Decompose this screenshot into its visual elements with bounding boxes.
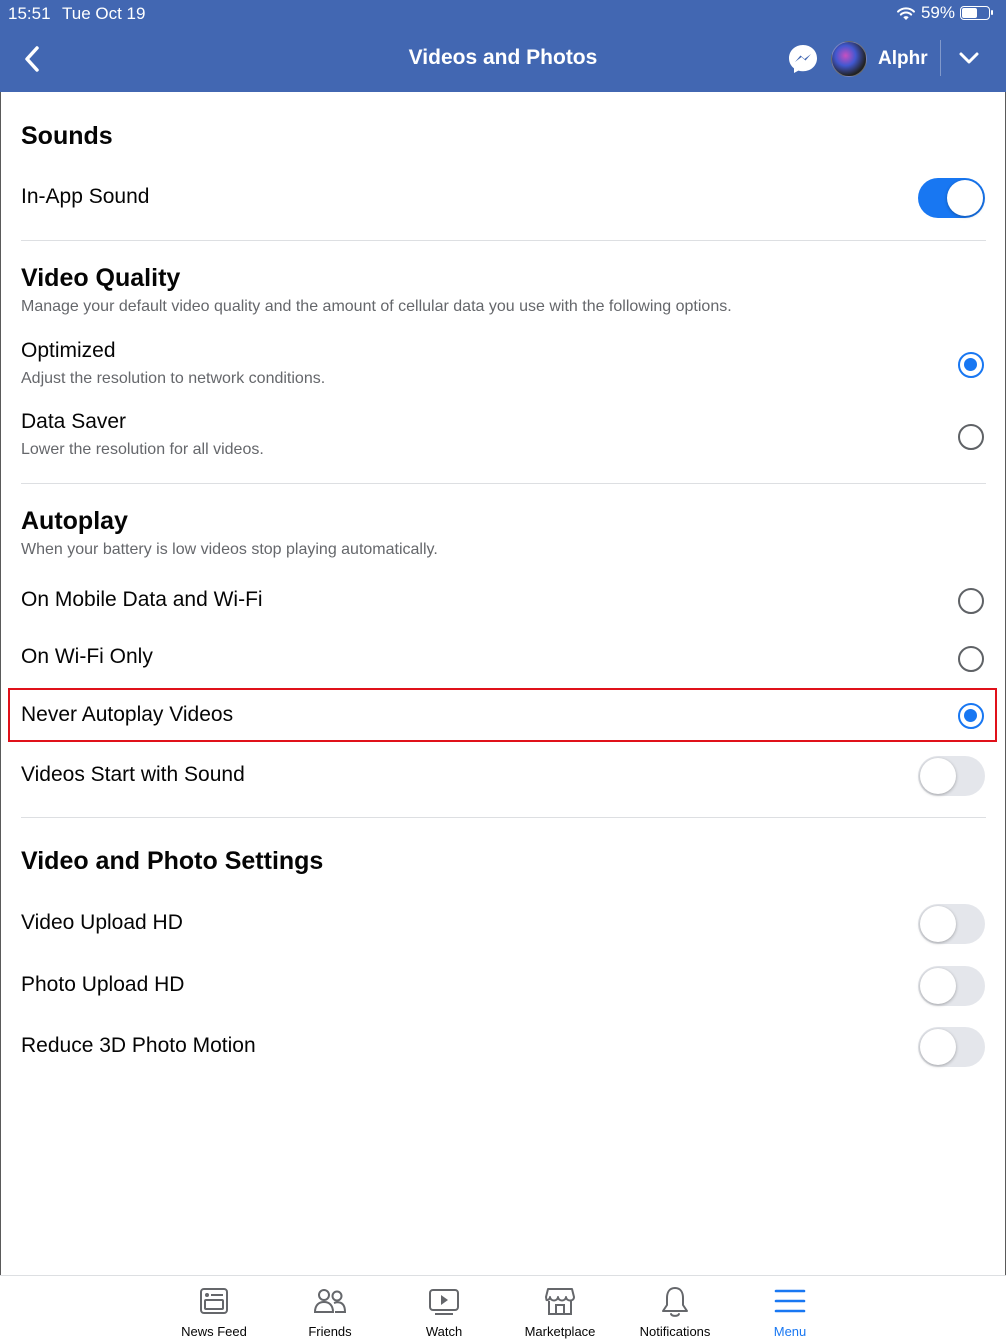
- dropdown-chevron-icon[interactable]: [958, 50, 980, 66]
- videos-start-with-sound-toggle[interactable]: [918, 756, 985, 796]
- bottom-tab-bar: News Feed Friends Watch Marketplace Noti…: [0, 1275, 1006, 1342]
- section-title-video-photo-settings: Video and Photo Settings: [21, 847, 324, 875]
- tab-watch[interactable]: Watch: [386, 1276, 502, 1342]
- optimized-label: Optimized: [21, 339, 116, 362]
- reduce-3d-photo-motion-label: Reduce 3D Photo Motion: [21, 1034, 256, 1057]
- tab-label: Friends: [308, 1324, 352, 1339]
- photo-upload-hd-label: Photo Upload HD: [21, 973, 185, 996]
- status-date: Tue Oct 19: [62, 4, 146, 23]
- video-upload-hd-toggle[interactable]: [918, 904, 985, 944]
- divider: [21, 240, 986, 241]
- data-saver-radio[interactable]: [958, 424, 984, 450]
- battery-icon: [960, 6, 993, 20]
- section-title-video-quality: Video Quality: [21, 264, 181, 292]
- in-app-sound-toggle[interactable]: [918, 178, 985, 218]
- section-title-sounds: Sounds: [21, 122, 113, 150]
- divider: [21, 817, 986, 818]
- battery-fill: [962, 8, 977, 18]
- tab-label: Marketplace: [524, 1324, 596, 1339]
- toggle-knob: [920, 906, 956, 942]
- optimized-radio[interactable]: [958, 352, 984, 378]
- autoplay-mobile-wifi-label: On Mobile Data and Wi-Fi: [21, 588, 263, 611]
- toggle-knob: [947, 180, 983, 216]
- status-time: 15:51: [8, 4, 51, 23]
- battery-percent: 59%: [920, 3, 955, 22]
- tab-news-feed[interactable]: News Feed: [156, 1276, 272, 1342]
- messenger-icon[interactable]: [786, 42, 820, 76]
- autoplay-never-radio[interactable]: [958, 703, 984, 729]
- watch-icon: [429, 1289, 459, 1315]
- autoplay-wifi-only-radio[interactable]: [958, 646, 984, 672]
- tab-menu[interactable]: Menu: [732, 1276, 848, 1342]
- top-nav-bar: 15:51 Tue Oct 19 59% Videos and Photos A…: [0, 0, 1006, 92]
- toggle-knob: [920, 968, 956, 1004]
- autoplay-wifi-only-label: On Wi-Fi Only: [21, 645, 153, 668]
- marketplace-icon: [545, 1288, 575, 1315]
- header-divider: [940, 40, 941, 76]
- data-saver-label: Data Saver: [21, 410, 127, 433]
- avatar[interactable]: [831, 41, 867, 77]
- autoplay-description: When your battery is low videos stop pla…: [21, 541, 438, 558]
- toggle-knob: [920, 1029, 956, 1065]
- tab-label: News Feed: [181, 1324, 247, 1339]
- data-saver-sublabel: Lower the resolution for all videos.: [21, 441, 264, 458]
- optimized-sublabel: Adjust the resolution to network conditi…: [21, 370, 326, 387]
- autoplay-mobile-wifi-radio[interactable]: [958, 588, 984, 614]
- status-indicators: 59%: [896, 3, 993, 23]
- wifi-icon: [896, 6, 915, 20]
- window-frame: [0, 0, 1006, 1341]
- video-upload-hd-label: Video Upload HD: [21, 911, 183, 934]
- autoplay-never-label: Never Autoplay Videos: [21, 703, 234, 726]
- section-title-autoplay: Autoplay: [21, 507, 128, 535]
- news-feed-icon: [200, 1288, 228, 1314]
- menu-icon: [774, 1289, 806, 1313]
- tab-label: Notifications: [639, 1324, 711, 1339]
- tab-notifications[interactable]: Notifications: [617, 1276, 733, 1342]
- photo-upload-hd-toggle[interactable]: [918, 966, 985, 1006]
- account-name[interactable]: Alphr: [878, 48, 928, 70]
- tab-friends[interactable]: Friends: [272, 1276, 388, 1342]
- toggle-knob: [920, 758, 956, 794]
- video-quality-description: Manage your default video quality and th…: [21, 298, 732, 315]
- reduce-3d-photo-motion-toggle[interactable]: [918, 1027, 985, 1067]
- videos-start-with-sound-label: Videos Start with Sound: [21, 763, 245, 786]
- tab-label: Menu: [773, 1324, 807, 1339]
- divider: [21, 483, 986, 484]
- tab-marketplace[interactable]: Marketplace: [502, 1276, 618, 1342]
- friends-icon: [313, 1289, 347, 1313]
- tab-label: Watch: [425, 1324, 463, 1339]
- in-app-sound-label: In-App Sound: [21, 185, 150, 208]
- notifications-icon: [662, 1287, 688, 1317]
